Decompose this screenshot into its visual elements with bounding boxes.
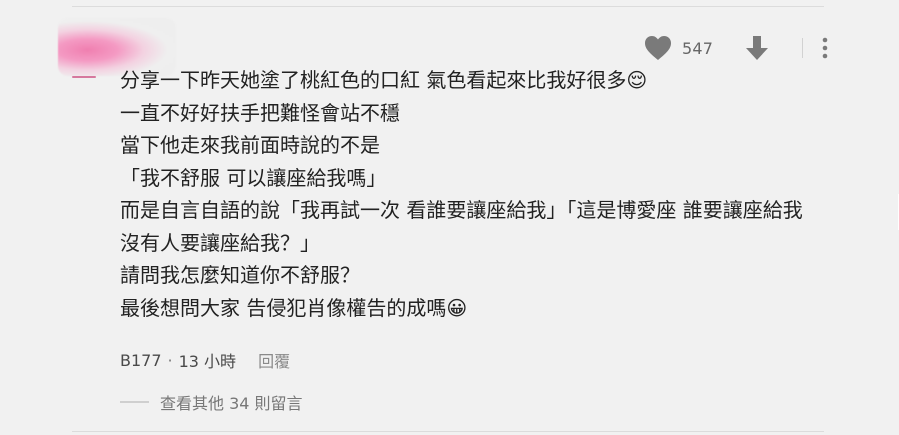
like-count: 547 bbox=[682, 38, 714, 58]
comment-body: 分享一下昨天她塗了桃紅色的口紅 氣色看起來比我好很多😌 一直不好好扶手把難怪會站… bbox=[120, 64, 830, 324]
more-options-button[interactable] bbox=[813, 33, 837, 63]
comment-time: 13 小時 bbox=[178, 352, 237, 371]
top-divider bbox=[72, 6, 824, 7]
arrow-down-icon bbox=[746, 36, 768, 60]
bottom-divider bbox=[72, 431, 824, 432]
meta-separator: · bbox=[167, 350, 173, 370]
comment-line: 請問我怎麼知道你不舒服？ bbox=[120, 263, 360, 287]
like-button[interactable] bbox=[643, 33, 673, 63]
comment-line: 分享一下昨天她塗了桃紅色的口紅 氣色看起來比我好很多😌 bbox=[120, 68, 648, 92]
comment-line: 而是自言自語的說「我再試一次 看誰要讓座給我」「這是博愛座 誰要讓座給我 bbox=[120, 198, 803, 222]
comment-thread: 547 分享一下昨天她塗了桃紅色的口紅 氣色看起來比我好很多😌 一直不好好扶手把… bbox=[0, 0, 899, 435]
comment-meta: B177 · 13 小時 回覆 bbox=[120, 347, 290, 373]
heart-icon bbox=[645, 36, 671, 60]
replies-dash bbox=[120, 401, 149, 403]
avatar-accent bbox=[72, 76, 96, 78]
comment-line: 一直不好好扶手把難怪會站不穩 bbox=[120, 100, 400, 125]
vertical-dots-icon bbox=[822, 37, 828, 59]
dislike-button[interactable] bbox=[742, 33, 772, 63]
view-more-replies[interactable]: 查看其他 34 則留言 bbox=[120, 389, 303, 415]
view-more-label: 查看其他 34 則留言 bbox=[160, 394, 303, 413]
actions-divider bbox=[802, 38, 803, 58]
comment-line: 沒有人要讓座給我？」 bbox=[120, 230, 320, 255]
reply-button[interactable]: 回覆 bbox=[258, 348, 290, 372]
comment-line: 「我不舒服 可以讓座給我嗎」 bbox=[120, 165, 387, 190]
comment-line: 最後想問大家 告侵犯肖像權告的成嗎😀 bbox=[120, 295, 468, 320]
comment-line: 當下他走來我前面時說的不是 bbox=[120, 133, 380, 157]
author-name[interactable]: B177 bbox=[120, 351, 162, 370]
comment-actions: 547 bbox=[643, 33, 837, 63]
